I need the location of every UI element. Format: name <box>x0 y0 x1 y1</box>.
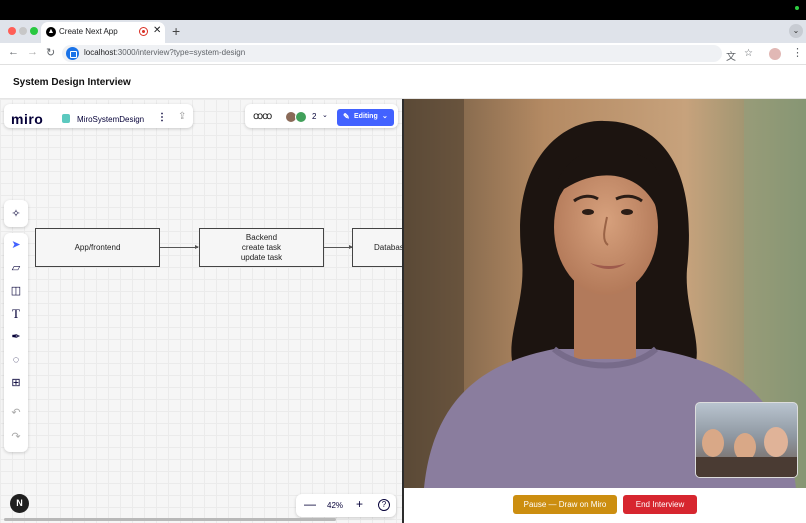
reactions-icon[interactable]: ꝏꝏ <box>253 111 272 122</box>
collaboration-panel: ꝏꝏ 2 ⌄ ✎ Editing ⌄ <box>245 104 398 128</box>
ai-tool-panel: ✧ <box>4 200 28 227</box>
os-top-bar <box>0 0 806 20</box>
comment-icon[interactable]: ◌ <box>4 350 28 370</box>
reload-icon[interactable]: ↻ <box>46 46 55 59</box>
zoom-level[interactable]: 42% <box>327 501 343 510</box>
user-badge[interactable]: N <box>10 494 29 513</box>
undo-icon[interactable]: ↶ <box>4 403 28 423</box>
tab-favicon-icon: ▲ <box>46 27 56 37</box>
pen-icon[interactable]: ✒ <box>4 327 28 347</box>
translate-icon[interactable]: 文 <box>726 48 736 63</box>
tools-toolbar: ➤ ▱ ◫ T ✒ ◌ ⊞ ↶ ↷ <box>4 233 28 452</box>
candidate-face <box>702 429 724 457</box>
redo-icon[interactable]: ↷ <box>4 427 28 447</box>
zoom-in-icon[interactable]: + <box>356 497 363 511</box>
candidate-video-pip[interactable] <box>695 402 798 478</box>
add-more-icon[interactable]: ⊞ <box>4 373 28 393</box>
shapes-icon[interactable]: ◫ <box>4 281 28 301</box>
horizontal-scrollbar[interactable] <box>4 518 336 521</box>
page-title: System Design Interview <box>13 77 131 88</box>
board-menu-icon[interactable]: ⋮ <box>157 112 167 123</box>
candidate-face <box>764 427 788 457</box>
chevron-down-icon: ⌄ <box>382 113 388 120</box>
zoom-out-icon[interactable]: — <box>304 497 316 511</box>
chevron-down-icon[interactable]: ⌄ <box>322 111 328 119</box>
interview-controls: Pause — Draw on Miro End Interview <box>404 488 806 523</box>
board-name[interactable]: MiroSystemDesign <box>77 115 144 124</box>
window-zoom-button[interactable] <box>30 27 38 35</box>
app-header: System Design Interview <box>0 66 806 99</box>
board-icon <box>62 114 70 123</box>
select-cursor-icon[interactable]: ➤ <box>4 235 28 255</box>
tab-close-icon[interactable]: ✕ <box>153 25 161 36</box>
bookmark-star-icon[interactable]: ☆ <box>744 48 753 59</box>
collaborator-count: 2 <box>312 112 317 121</box>
export-icon[interactable]: ⇪ <box>178 111 186 122</box>
editing-mode-button[interactable]: ✎ Editing ⌄ <box>337 109 394 126</box>
diagram-node-backend[interactable]: Backend create task update task <box>199 228 324 267</box>
url-text: localhost:3000/interview?type=system-des… <box>84 48 246 57</box>
profile-avatar[interactable] <box>769 48 781 60</box>
board-header-panel: miro MiroSystemDesign ⋮ ⇪ <box>4 104 193 128</box>
tab-title: Create Next App <box>59 27 118 36</box>
window-minimize-button[interactable] <box>19 27 27 35</box>
browser-toolbar: ← → ↻ localhost:3000/interview?type=syst… <box>0 43 806 65</box>
camera-indicator-icon <box>795 6 799 10</box>
recording-icon <box>139 27 148 36</box>
collaborator-avatar[interactable] <box>295 111 307 123</box>
tab-search-icon[interactable]: ⌄ <box>789 24 803 38</box>
browser-menu-icon[interactable]: ⋮ <box>792 46 803 59</box>
screen: ▲ Create Next App ✕ + ⌄ ← → ↻ localhost:… <box>0 0 806 523</box>
text-tool-icon[interactable]: T <box>4 304 28 324</box>
diagram-node-frontend[interactable]: App/frontend <box>35 228 160 267</box>
end-interview-button[interactable]: End Interview <box>623 495 697 514</box>
editing-label: Editing <box>354 113 378 120</box>
address-bar[interactable]: localhost:3000/interview?type=system-des… <box>62 45 722 62</box>
zoom-controls: — 42% + ? <box>296 494 396 517</box>
help-icon[interactable]: ? <box>378 499 390 511</box>
miro-logo: miro <box>11 111 44 127</box>
forward-arrow-icon[interactable]: → <box>27 46 38 58</box>
pencil-icon: ✎ <box>343 112 350 121</box>
site-info-icon[interactable] <box>66 47 79 60</box>
diagram-node-database[interactable]: Databas <box>352 228 402 267</box>
diagram-arrow[interactable] <box>160 245 199 249</box>
magic-sparkle-icon[interactable]: ✧ <box>4 204 28 224</box>
new-tab-icon[interactable]: + <box>172 23 180 39</box>
window-close-button[interactable] <box>8 27 16 35</box>
sticky-note-icon[interactable]: ▱ <box>4 258 28 278</box>
back-arrow-icon[interactable]: ← <box>8 46 19 58</box>
pause-draw-button[interactable]: Pause — Draw on Miro <box>513 495 617 514</box>
candidate-bodies <box>696 457 797 477</box>
browser-tab[interactable]: ▲ Create Next App ✕ <box>41 22 165 43</box>
diagram-arrow[interactable] <box>324 245 353 249</box>
miro-board[interactable]: miro MiroSystemDesign ⋮ ⇪ ꝏꝏ 2 ⌄ ✎ Editi… <box>0 99 402 523</box>
